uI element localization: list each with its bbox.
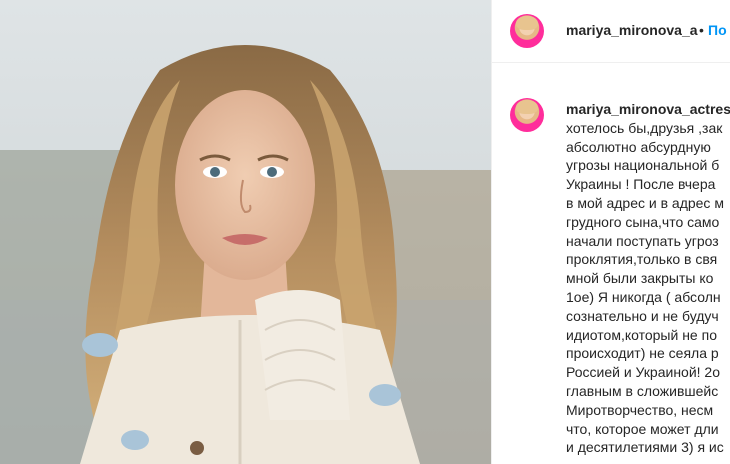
caption-line: что, которое может дли [566,420,719,437]
caption-line: Миротворчество, несм [566,401,714,418]
caption-line: происходит) не сеяла р [566,345,719,362]
caption-line: в мой адрес и в адрес м [566,194,724,211]
caption-avatar[interactable] [510,98,544,132]
post-caption: mariya_mironova_actres хотелось бы,друзь… [566,100,730,457]
caption-line: идиотом,который не по [566,326,717,343]
caption-line: и десятилетиями 3) я ис [566,439,724,456]
post-username[interactable]: mariya_mironova_a [566,22,698,38]
follow-button[interactable]: По [708,22,727,38]
caption-line: грудного сына,что само [566,213,720,230]
caption-line: абсолютно абсурдную [566,138,711,155]
caption-line: Украины ! После вчера [566,176,716,193]
caption-line: хотелось бы,друзья ,зак [566,119,723,136]
caption-line: главным в сложившейс [566,382,719,399]
post-header: mariya_mironova_a • По [492,0,730,63]
caption-line: угрозы национальной б [566,157,720,174]
portrait-image [0,0,491,464]
caption-line: начали поступать угроз [566,232,719,249]
post-photo[interactable] [0,0,491,464]
separator-dot: • [699,22,704,38]
caption-line: проклятия,только в свя [566,251,718,268]
post-side-panel: mariya_mironova_a • По mariya_mironova_a… [491,0,730,464]
caption-line: мной были закрыты ко [566,270,714,287]
caption-line: Россией и Украиной! 2о [566,364,721,381]
caption-line: 1ое) Я никогда ( абсолн [566,288,721,305]
avatar[interactable] [510,14,544,48]
caption-username[interactable]: mariya_mironova_actres [566,100,730,119]
caption-line: сознательно и не будуч [566,307,719,324]
